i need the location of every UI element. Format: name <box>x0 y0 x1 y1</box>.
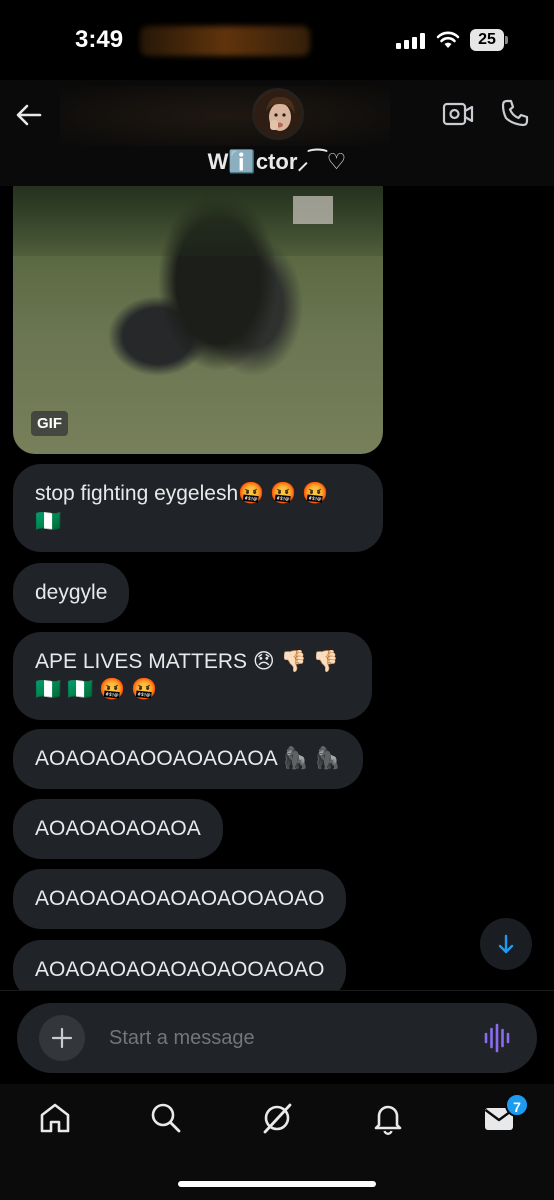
status-time: 3:49 <box>75 26 124 53</box>
search-icon[interactable] <box>148 1100 184 1136</box>
battery-level: 25 <box>470 29 504 51</box>
contact-name[interactable]: Wℹ️ctor⸝⁀♡ <box>0 146 554 176</box>
wifi-icon <box>436 31 460 48</box>
gif-badge: GIF <box>31 411 68 436</box>
cellular-signal-icon <box>396 33 426 49</box>
message-bubble[interactable]: stop fighting eygelesh🤬 🤬 🤬 🇳🇬 <box>13 464 383 552</box>
grok-icon[interactable] <box>259 1100 295 1136</box>
video-call-icon[interactable] <box>442 100 474 128</box>
gif-message[interactable]: GIF <box>13 186 383 454</box>
voice-message-icon[interactable] <box>483 1023 511 1053</box>
message-bubble[interactable]: AOAOAOAOAOAOAOOAOAO <box>13 869 347 929</box>
plus-icon <box>51 1027 73 1049</box>
notifications-bell-icon[interactable] <box>370 1100 406 1136</box>
message-bubble[interactable]: AOAOAOAOOAOAOAOA 🦍 🦍 <box>13 729 363 789</box>
battery-icon: 25 <box>470 29 508 51</box>
home-icon[interactable] <box>37 1100 73 1136</box>
message-bubble[interactable]: deygyle <box>13 563 130 623</box>
status-bar: 3:49 25 <box>0 0 554 80</box>
blurred-notification-pill <box>140 26 310 56</box>
message-input[interactable] <box>109 1023 439 1053</box>
phone-icon[interactable] <box>500 98 530 128</box>
messages-unread-badge: 7 <box>505 1093 529 1117</box>
arrow-down-icon <box>498 934 514 954</box>
back-arrow-icon[interactable] <box>14 100 44 130</box>
add-media-button[interactable] <box>39 1015 85 1061</box>
message-list[interactable]: GIF stop fighting eygelesh🤬 🤬 🤬 🇳🇬 deygy… <box>0 186 554 990</box>
home-indicator[interactable] <box>178 1181 376 1187</box>
message-composer[interactable] <box>17 1003 537 1073</box>
message-bubble[interactable]: APE LIVES MATTERS 😞 👎🏻 👎🏻 🇳🇬 🇳🇬 🤬 🤬 <box>13 632 372 720</box>
scroll-to-bottom-button[interactable] <box>480 918 532 970</box>
message-bubble[interactable]: AOAOAOAOAOA <box>13 799 223 859</box>
contact-avatar[interactable] <box>252 88 304 140</box>
composer-area <box>0 990 554 1084</box>
message-bubble[interactable]: AOAOAOAOAOAOAOOAOAO <box>13 940 347 990</box>
conversation-header: Wℹ️ctor⸝⁀♡ <box>0 80 554 186</box>
